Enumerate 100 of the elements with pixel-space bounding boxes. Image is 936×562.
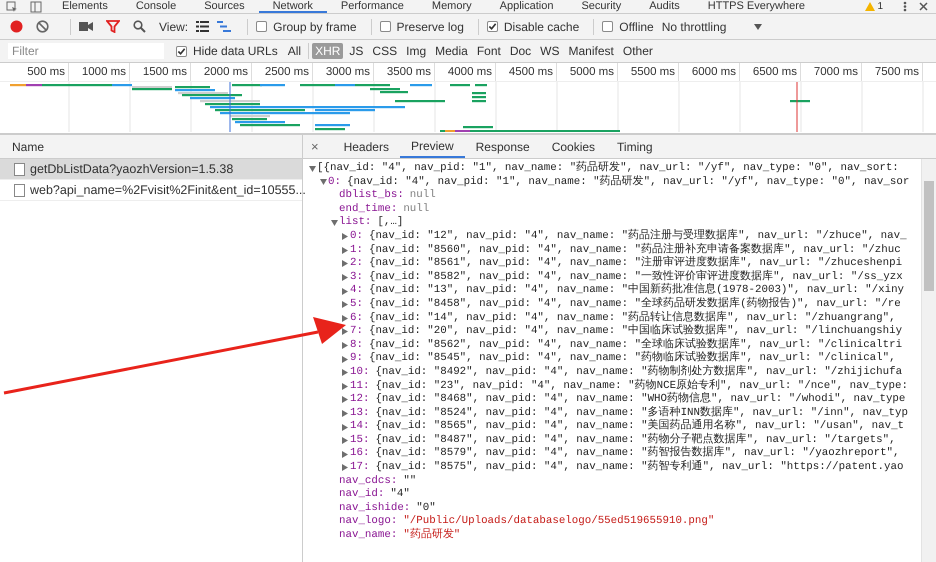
file-icon bbox=[14, 184, 25, 196]
checkbox[interactable] bbox=[602, 21, 614, 32]
type-filter-button[interactable]: WS bbox=[537, 43, 563, 59]
checkbox[interactable] bbox=[380, 21, 391, 32]
detail-tab[interactable]: Headers bbox=[332, 135, 400, 158]
record-icon[interactable] bbox=[10, 20, 23, 33]
type-filter-button[interactable]: Media bbox=[432, 43, 471, 59]
tree-key: 11: bbox=[350, 380, 370, 394]
filter-icon[interactable] bbox=[106, 20, 120, 33]
scrollbar[interactable] bbox=[921, 159, 936, 562]
panel-tab[interactable]: Console bbox=[122, 0, 190, 13]
triangle-right-icon[interactable] bbox=[342, 437, 348, 444]
panel-tab[interactable]: Application bbox=[486, 0, 568, 13]
panel-tab[interactable]: Sources bbox=[190, 0, 259, 13]
tree-value: {nav_id: "8492", nav_pid: "4", nav_name: "药物制剂处方数据库", nav_url: "/zhijichufa bbox=[375, 366, 902, 378]
tree-value: "药品研发" bbox=[403, 529, 460, 543]
time-tick-label: 1000 ms bbox=[69, 63, 130, 81]
column-header[interactable]: Name bbox=[0, 134, 302, 159]
type-filter-button[interactable]: Font bbox=[474, 43, 504, 59]
triangle-right-icon[interactable] bbox=[342, 424, 348, 431]
panel-tab[interactable]: Elements bbox=[48, 0, 122, 13]
checkbox[interactable] bbox=[256, 21, 268, 32]
triangle-right-icon[interactable] bbox=[342, 233, 348, 240]
tree-value: {nav_id: "8562", nav_pid: "4", nav_name: "全球临床试验数据库", nav_url: "/clinicaltri bbox=[368, 338, 902, 351]
option-label[interactable]: Group by frame bbox=[273, 20, 357, 34]
tree-value: [,…] bbox=[377, 216, 404, 230]
panel-tab[interactable]: Security bbox=[567, 0, 636, 13]
time-tick-label: 7000 ms bbox=[801, 63, 862, 81]
triangle-right-icon[interactable] bbox=[342, 382, 348, 390]
device-icon[interactable] bbox=[30, 0, 42, 12]
triangle-right-icon[interactable] bbox=[342, 246, 348, 254]
search-icon[interactable] bbox=[133, 20, 146, 33]
triangle-right-icon[interactable] bbox=[342, 356, 348, 363]
tree-value: {nav_id: "8582", nav_pid: "4", nav_name: "一致性评价审评进度数据库", nav_url: "/ss_yzx bbox=[368, 270, 903, 283]
tree-value: {nav_id: "8575", nav_pid: "4", nav_name: "药智专利通", nav_url: "https://patent.yao bbox=[375, 461, 904, 475]
panel-tab[interactable]: HTTPS Everywhere bbox=[694, 0, 819, 13]
detail-tab[interactable]: Response bbox=[464, 135, 541, 158]
filter-input[interactable]: Filter bbox=[8, 43, 164, 59]
tree-value: {nav_id: "8565", nav_pid: "4", nav_name: "美国药品通用名称", nav_url: "/usan", nav_t bbox=[375, 420, 904, 432]
tree-value: null bbox=[410, 189, 436, 203]
type-filter-button[interactable]: Img bbox=[403, 43, 430, 59]
check-icon bbox=[488, 22, 497, 31]
warning-icon bbox=[865, 2, 876, 11]
type-filter-button[interactable]: JS bbox=[346, 43, 366, 59]
detail-tab[interactable]: Preview bbox=[400, 135, 465, 158]
triangle-right-icon[interactable] bbox=[342, 410, 348, 417]
type-filter-button[interactable]: Other bbox=[620, 43, 656, 59]
tree-value: {nav_id: "8468", nav_pid: "4", nav_name: "WHO药物信息", nav_url: "/whodi", nav_type bbox=[375, 393, 906, 406]
list-view-icon[interactable] bbox=[196, 21, 210, 32]
waterfall-view-icon[interactable] bbox=[217, 21, 232, 32]
triangle-down-icon[interactable] bbox=[330, 220, 338, 226]
time-tick-label: 4500 ms bbox=[496, 63, 557, 81]
camera-icon[interactable] bbox=[79, 21, 93, 32]
triangle-down-icon[interactable] bbox=[308, 166, 316, 172]
panel-tab[interactable]: Memory bbox=[418, 0, 486, 13]
kebab-menu-icon[interactable] bbox=[903, 1, 907, 12]
triangle-right-icon[interactable] bbox=[342, 301, 348, 308]
tree-key: end_time: bbox=[339, 202, 398, 216]
request-row[interactable]: getDbListData?yaozhVersion=1.5.38 bbox=[0, 159, 302, 180]
triangle-right-icon[interactable] bbox=[342, 260, 348, 268]
type-filter-button[interactable]: CSS bbox=[369, 43, 400, 59]
triangle-right-icon[interactable] bbox=[342, 369, 348, 376]
triangle-right-icon[interactable] bbox=[342, 464, 348, 472]
time-tick-label: 5000 ms bbox=[557, 63, 618, 81]
close-button[interactable]: × bbox=[311, 139, 319, 154]
throttling-value: No throttling bbox=[662, 20, 726, 34]
type-filter-button[interactable]: All bbox=[284, 43, 304, 59]
checkbox[interactable] bbox=[176, 46, 187, 56]
throttling-dropdown[interactable]: No throttling bbox=[662, 20, 762, 34]
type-filter-button[interactable]: Manifest bbox=[566, 43, 617, 59]
warning-count[interactable]: 1 bbox=[877, 1, 883, 12]
triangle-right-icon[interactable] bbox=[342, 342, 348, 350]
checkbox[interactable] bbox=[486, 21, 498, 32]
tree-key: 10: bbox=[350, 366, 370, 380]
panel-tab[interactable]: Audits bbox=[635, 0, 694, 13]
option-label[interactable]: Offline bbox=[619, 20, 654, 34]
clear-icon[interactable] bbox=[36, 20, 49, 33]
caret-icon bbox=[754, 24, 762, 30]
triangle-right-icon[interactable] bbox=[342, 328, 348, 336]
triangle-right-icon[interactable] bbox=[342, 288, 348, 295]
tree-key: 4: bbox=[350, 284, 363, 298]
close-icon[interactable] bbox=[919, 2, 928, 11]
triangle-right-icon[interactable] bbox=[342, 396, 348, 404]
tree-key: 14: bbox=[350, 420, 370, 434]
detail-tab[interactable]: Timing bbox=[606, 135, 664, 158]
type-filter-button[interactable]: Doc bbox=[506, 43, 534, 59]
triangle-right-icon[interactable] bbox=[342, 450, 348, 458]
triangle-right-icon[interactable] bbox=[342, 314, 348, 322]
triangle-down-icon[interactable] bbox=[320, 179, 326, 186]
time-tick-label: 500 ms bbox=[8, 63, 69, 81]
triangle-right-icon[interactable] bbox=[342, 274, 348, 282]
tree-value: "/Public/Uploads/databaselogo/55ed519655910.png" bbox=[403, 515, 714, 528]
panel-tab[interactable]: Performance bbox=[326, 0, 418, 13]
tree-key: 5: bbox=[350, 298, 363, 312]
option-label[interactable]: Hide data URLs bbox=[193, 44, 278, 58]
option-label[interactable]: Disable cache bbox=[504, 20, 580, 34]
detail-tab[interactable]: Cookies bbox=[540, 135, 606, 158]
option-label[interactable]: Preserve log bbox=[396, 20, 464, 34]
time-tick-label: 3000 ms bbox=[313, 63, 374, 81]
cursor-icon[interactable] bbox=[6, 0, 18, 12]
